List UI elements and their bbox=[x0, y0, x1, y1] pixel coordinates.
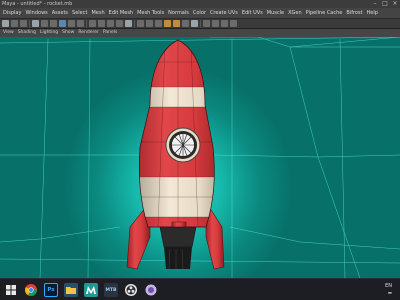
toolbar-divider bbox=[134, 19, 135, 28]
history-icon[interactable] bbox=[137, 20, 144, 27]
status-line-toolbar bbox=[0, 18, 400, 29]
save-scene-icon[interactable] bbox=[20, 20, 27, 27]
menu-select[interactable]: Select bbox=[70, 8, 89, 18]
maximize-icon[interactable]: □ bbox=[380, 0, 390, 8]
maya-icon[interactable] bbox=[84, 283, 98, 297]
obs-icon[interactable] bbox=[124, 283, 138, 297]
minimize-icon[interactable]: – bbox=[370, 0, 380, 8]
toolbar-divider bbox=[29, 19, 30, 28]
os-taskbar: Ps MTB EN ▬ bbox=[0, 278, 400, 300]
window-title-bar: Maya - untitled* - rocket.mb – □ × bbox=[0, 0, 400, 8]
mtb-label: MTB bbox=[105, 287, 117, 293]
viewport-scene bbox=[0, 37, 400, 278]
menu-muscle[interactable]: Muscle bbox=[265, 8, 286, 18]
photoshop-label: Ps bbox=[47, 287, 55, 293]
panel-menu-renderer[interactable]: Renderer bbox=[76, 29, 101, 37]
rocket-porthole bbox=[165, 127, 201, 163]
menu-create-uvs[interactable]: Create UVs bbox=[208, 8, 240, 18]
select-tool-icon[interactable] bbox=[32, 20, 39, 27]
mtb-icon[interactable]: MTB bbox=[104, 283, 118, 297]
menu-edit-mesh[interactable]: Edit Mesh bbox=[107, 8, 135, 18]
menu-xgen[interactable]: XGen bbox=[286, 8, 304, 18]
modeling-toolkit-icon[interactable] bbox=[203, 20, 210, 27]
scale-tool-icon[interactable] bbox=[77, 20, 84, 27]
3d-viewport[interactable] bbox=[0, 37, 400, 278]
panel-menu-view[interactable]: View bbox=[1, 29, 16, 37]
menu-pipeline-cache[interactable]: Pipeline Cache bbox=[304, 8, 345, 18]
main-menu-bar: Display Windows Assets Select Mesh Edit … bbox=[0, 8, 400, 18]
photoshop-icon[interactable]: Ps bbox=[44, 283, 58, 297]
menu-edit-uvs[interactable]: Edit UVs bbox=[240, 8, 265, 18]
paint-select-icon[interactable] bbox=[50, 20, 57, 27]
system-tray-clock[interactable]: ▬ bbox=[388, 291, 392, 296]
window-title: Maya - untitled* - rocket.mb bbox=[2, 1, 73, 7]
lasso-tool-icon[interactable] bbox=[41, 20, 48, 27]
render-settings-icon[interactable] bbox=[182, 20, 189, 27]
rotate-tool-icon[interactable] bbox=[68, 20, 75, 27]
panel-menu-lighting[interactable]: Lighting bbox=[38, 29, 60, 37]
menu-color[interactable]: Color bbox=[191, 8, 208, 18]
attribute-editor-icon[interactable] bbox=[212, 20, 219, 27]
panel-menu-shading[interactable]: Shading bbox=[16, 29, 38, 37]
app-icon[interactable] bbox=[144, 283, 158, 297]
snap-view-icon[interactable] bbox=[116, 20, 123, 27]
render-frame-icon[interactable] bbox=[164, 20, 171, 27]
rocket-model[interactable] bbox=[126, 37, 230, 270]
snap-point-icon[interactable] bbox=[107, 20, 114, 27]
panel-menu-panels[interactable]: Panels bbox=[101, 29, 119, 37]
menu-bifrost[interactable]: Bifrost bbox=[344, 8, 364, 18]
toolbar-divider bbox=[86, 19, 87, 28]
ipr-render-icon[interactable] bbox=[173, 20, 180, 27]
menu-mesh[interactable]: Mesh bbox=[89, 8, 106, 18]
menu-assets[interactable]: Assets bbox=[50, 8, 70, 18]
snap-curve-icon[interactable] bbox=[98, 20, 105, 27]
new-scene-icon[interactable] bbox=[2, 20, 9, 27]
output-ops-icon[interactable] bbox=[155, 20, 162, 27]
toolbar-divider bbox=[200, 19, 201, 28]
open-scene-icon[interactable] bbox=[11, 20, 18, 27]
menu-display[interactable]: Display bbox=[1, 8, 23, 18]
windows-start-icon[interactable] bbox=[4, 283, 18, 297]
input-ops-icon[interactable] bbox=[146, 20, 153, 27]
file-explorer-icon[interactable] bbox=[64, 283, 78, 297]
input-language[interactable]: EN bbox=[385, 283, 392, 289]
menu-normals[interactable]: Normals bbox=[166, 8, 191, 18]
channel-box-icon[interactable] bbox=[230, 20, 237, 27]
snap-surface-icon[interactable] bbox=[125, 20, 132, 27]
tool-settings-icon[interactable] bbox=[221, 20, 228, 27]
move-tool-icon[interactable] bbox=[59, 20, 66, 27]
menu-help[interactable]: Help bbox=[365, 8, 380, 18]
chrome-icon[interactable] bbox=[24, 283, 38, 297]
menu-mesh-tools[interactable]: Mesh Tools bbox=[135, 8, 166, 18]
snap-grid-icon[interactable] bbox=[89, 20, 96, 27]
panel-menu-show[interactable]: Show bbox=[60, 29, 76, 37]
close-icon[interactable]: × bbox=[390, 0, 400, 8]
viewport-panel-menu: View Shading Lighting Show Renderer Pane… bbox=[0, 29, 400, 37]
menu-windows[interactable]: Windows bbox=[23, 8, 49, 18]
hypershade-icon[interactable] bbox=[191, 20, 198, 27]
